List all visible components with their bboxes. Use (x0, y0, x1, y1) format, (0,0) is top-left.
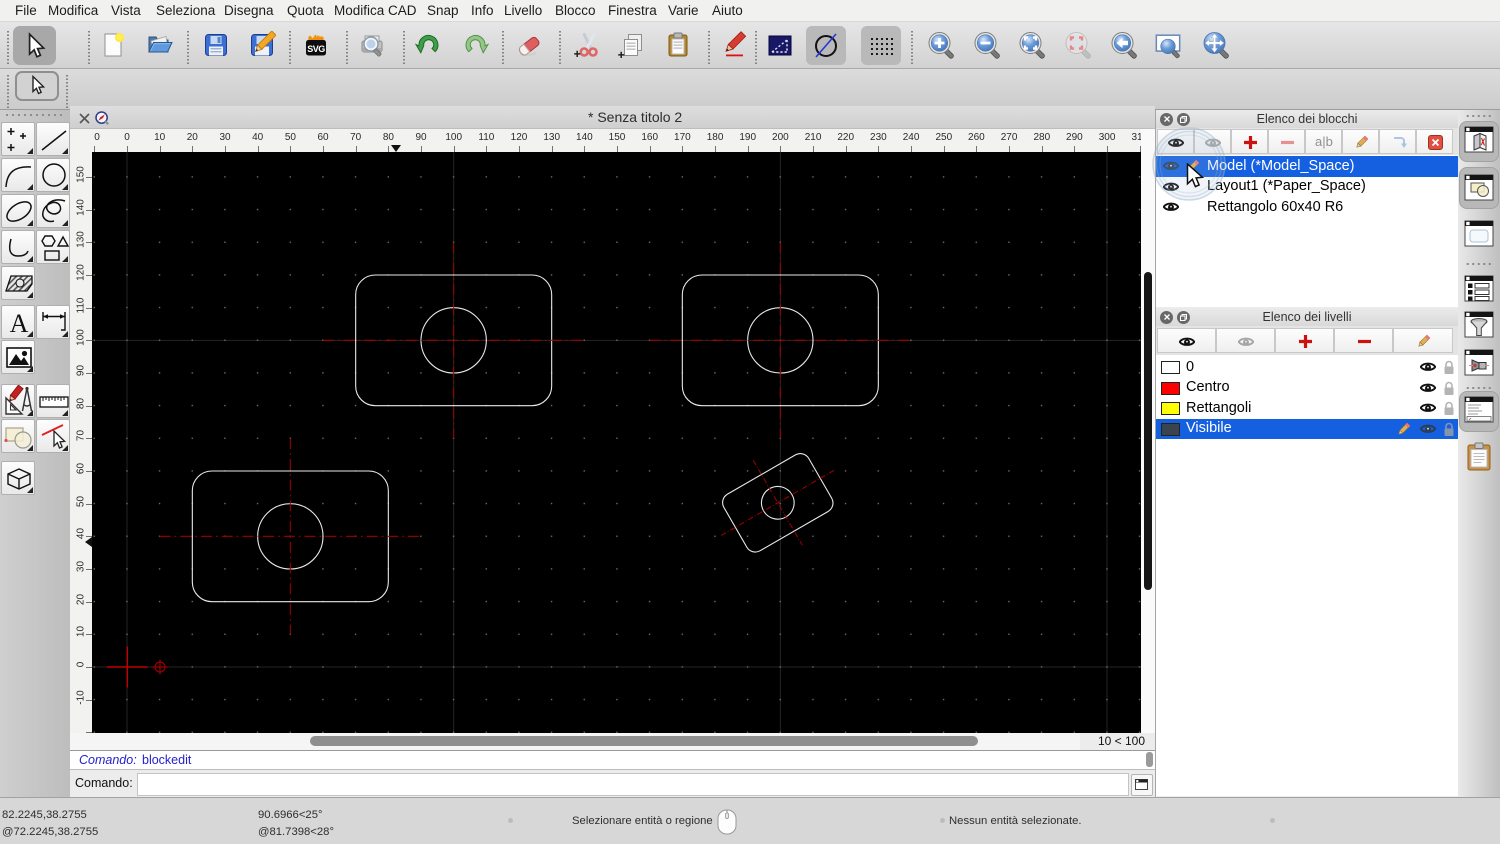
svg-text:A: A (10, 309, 29, 338)
svg-text:SVG: SVG (307, 44, 325, 54)
